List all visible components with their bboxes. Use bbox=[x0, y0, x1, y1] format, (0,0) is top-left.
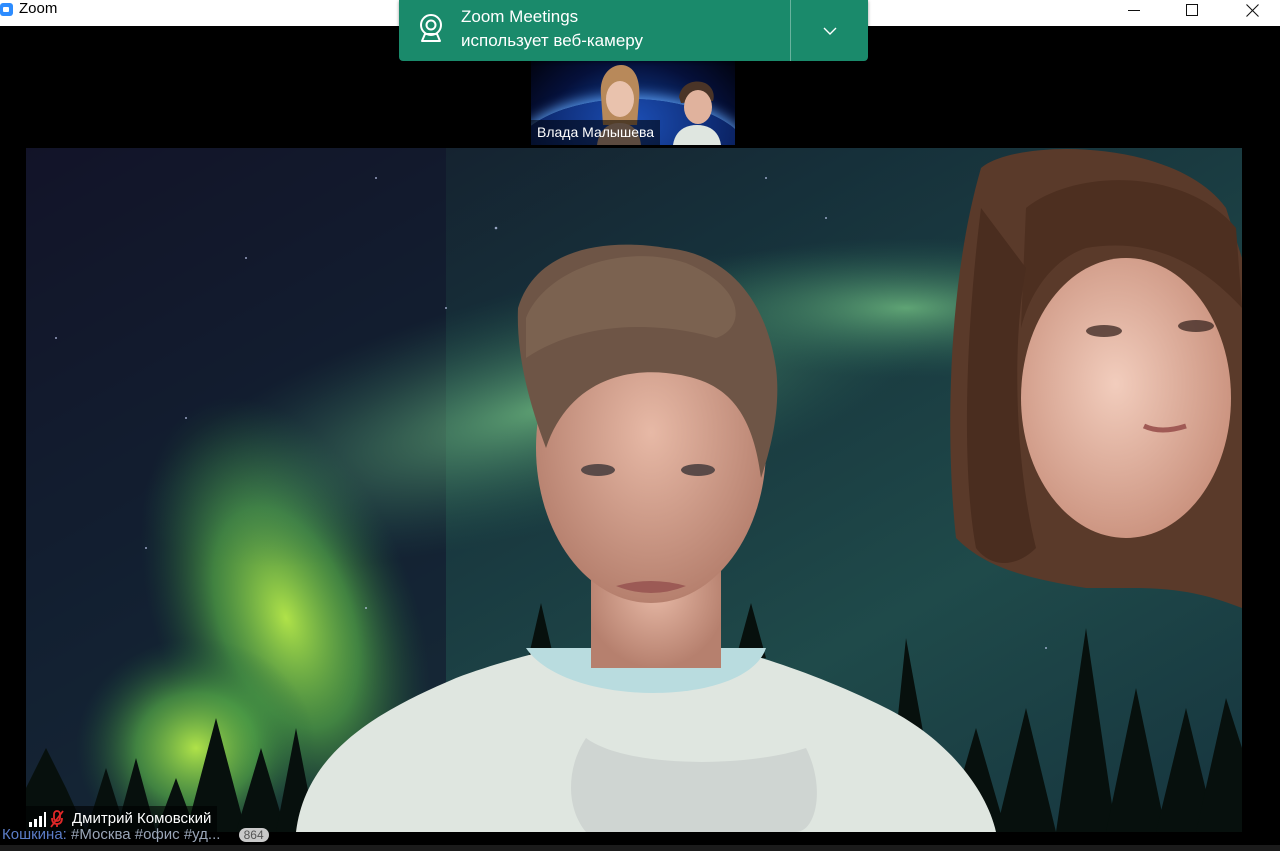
maximize-button[interactable] bbox=[1169, 0, 1215, 20]
background-tags: #Москва #офис #уд... bbox=[71, 828, 221, 842]
minimize-button[interactable] bbox=[1111, 0, 1157, 20]
close-button[interactable] bbox=[1229, 0, 1275, 20]
mic-muted-icon bbox=[50, 810, 64, 828]
webcam-icon bbox=[420, 14, 442, 42]
signal-bars-icon bbox=[29, 812, 46, 827]
zoom-app-icon bbox=[0, 3, 13, 16]
zoom-window: Zoom Дмитрий Комовский Влада Малышева Zo… bbox=[0, 0, 1280, 851]
notification-title: Zoom Meetings bbox=[461, 7, 579, 26]
thumbnail-video-tile[interactable]: Влада Малышева bbox=[531, 61, 735, 145]
window-title: Zoom bbox=[19, 0, 58, 17]
notification-expand-button[interactable] bbox=[791, 0, 868, 61]
maximize-icon bbox=[1186, 4, 1198, 16]
background-author: Кошкина: bbox=[2, 828, 67, 842]
background-app-text: Кошкина: #Москва #офис #уд... 864 bbox=[2, 828, 269, 842]
minimize-icon bbox=[1128, 10, 1140, 11]
main-video-tile[interactable]: Дмитрий Комовский bbox=[26, 148, 1242, 832]
background-count-badge: 864 bbox=[238, 828, 269, 842]
notification-subtitle: использует веб-камеру bbox=[461, 31, 644, 50]
chevron-down-icon bbox=[823, 27, 836, 35]
video-feed-speaker bbox=[26, 148, 1242, 832]
video-feed-participant-man bbox=[673, 81, 721, 145]
thumbnail-name-tag: Влада Малышева bbox=[531, 120, 661, 145]
bottom-edge bbox=[0, 845, 1280, 851]
webcam-usage-notification[interactable]: Zoom Meetings использует веб-камеру bbox=[399, 0, 868, 61]
close-icon bbox=[1245, 3, 1259, 17]
